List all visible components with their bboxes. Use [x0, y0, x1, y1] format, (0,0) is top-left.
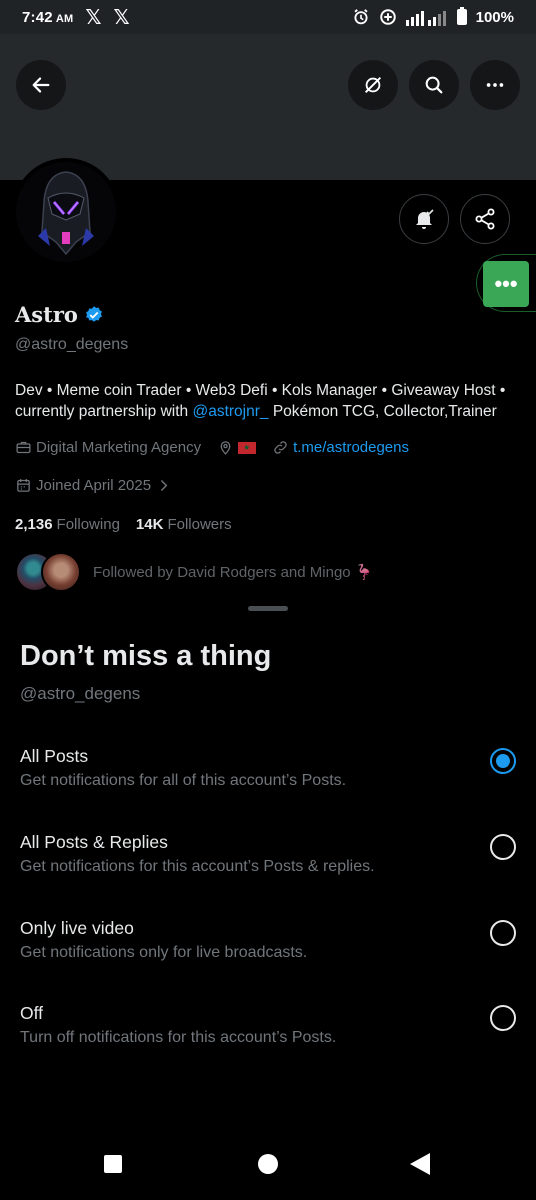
category-label: Digital Marketing Agency — [36, 439, 202, 456]
avatar[interactable] — [12, 158, 120, 266]
follower-avatar — [41, 552, 81, 592]
notification-settings-sheet: Don’t miss a thing @astro_degens All Pos… — [0, 596, 536, 1136]
option-subtitle: Get notifications only for live broadcas… — [20, 944, 308, 961]
sheet-handle: @astro_degens — [20, 684, 141, 703]
search-icon — [425, 76, 443, 94]
profile-banner — [0, 34, 536, 180]
search-button[interactable] — [409, 60, 459, 110]
share-button[interactable] — [460, 194, 510, 244]
radio-selected[interactable] — [490, 748, 516, 774]
option-subtitle: Get notifications for this account’s Pos… — [20, 858, 375, 875]
followers-label[interactable]: Followers — [167, 516, 231, 533]
location-pin-icon — [220, 441, 231, 455]
profile-name-text: Astro — [15, 302, 78, 327]
website-link[interactable]: t.me/astrodegens — [293, 439, 409, 456]
website[interactable]: t.me/astrodegens — [272, 439, 409, 456]
profile-handle: @astro_degens — [15, 336, 129, 353]
more-horizontal-icon — [486, 83, 504, 87]
option-title: All Posts & Replies — [20, 832, 168, 852]
floating-more-button[interactable]: ••• — [483, 261, 529, 307]
option-subtitle: Turn off notifications for this account’… — [20, 1029, 337, 1046]
profile-meta: Digital Marketing Agency t.me/astrodegen… — [15, 439, 425, 456]
sheet-grabber[interactable] — [248, 606, 288, 611]
more-button[interactable] — [470, 60, 520, 110]
verified-badge-icon — [85, 305, 102, 322]
sheet-title: Don’t miss a thing — [20, 640, 272, 672]
battery-icon — [456, 7, 467, 25]
link-icon — [274, 441, 287, 454]
join-date-label: Joined April 2025 — [36, 477, 152, 494]
notifications-button[interactable] — [399, 194, 449, 244]
option-all-posts-replies[interactable]: All Posts & Replies Get notifications fo… — [0, 832, 536, 902]
calendar-icon — [17, 479, 30, 492]
option-all-posts[interactable]: All Posts Get notifications for all of t… — [0, 746, 536, 816]
morocco-flag-icon — [238, 441, 257, 454]
home-icon[interactable] — [258, 1154, 278, 1174]
following-label[interactable]: Following — [57, 516, 120, 533]
grok-button[interactable] — [348, 60, 398, 110]
bell-check-icon — [416, 209, 434, 229]
data-saver-icon — [379, 9, 396, 25]
back-triangle-icon[interactable] — [410, 1153, 430, 1175]
option-live-video[interactable]: Only live video Get notifications only f… — [0, 918, 536, 988]
avatar-helmet-image — [16, 162, 116, 262]
battery-level: 100% — [475, 8, 514, 26]
category: Digital Marketing Agency — [15, 439, 201, 456]
profile-name: Astro — [15, 302, 104, 327]
following-count[interactable]: 2,136 — [15, 516, 53, 533]
status-time: 7:42 AM — [22, 8, 74, 26]
followers-count[interactable]: 14K — [136, 516, 164, 533]
back-button[interactable] — [16, 60, 66, 110]
option-title: Off — [20, 1003, 44, 1023]
x-app-icon-2: 𝕏 — [113, 5, 130, 29]
grok-icon — [364, 76, 382, 94]
join-date[interactable]: Joined April 2025 — [15, 477, 172, 494]
status-bar: 7:42 AM 𝕏 𝕏 100% — [0, 0, 536, 34]
radio-unselected[interactable] — [490, 920, 516, 946]
option-title: All Posts — [20, 746, 89, 766]
recents-icon[interactable] — [104, 1155, 122, 1173]
followed-by-text: Followed by David Rodgers and Mingo 🦩 — [93, 564, 374, 581]
option-title: Only live video — [20, 918, 134, 938]
bio-mention-link[interactable]: @astrojnr_ — [192, 403, 268, 420]
option-off[interactable]: Off Turn off notifications for this acco… — [0, 1003, 536, 1073]
arrow-left-icon — [32, 77, 50, 93]
follow-counts: 2,136 Following 14K Followers — [15, 516, 232, 533]
alarm-icon — [354, 9, 368, 25]
bio-text-2: Pokémon TCG, Collector,Trainer — [268, 403, 497, 420]
chevron-right-icon — [160, 480, 168, 491]
system-nav-bar — [0, 1136, 536, 1200]
share-icon — [475, 208, 495, 230]
x-app-icon: 𝕏 — [85, 5, 102, 29]
briefcase-icon — [16, 441, 31, 454]
location — [217, 439, 257, 456]
radio-unselected[interactable] — [490, 1005, 516, 1031]
option-subtitle: Get notifications for all of this accoun… — [20, 772, 347, 789]
profile-bio: Dev • Meme coin Trader • Web3 Defi • Kol… — [15, 380, 525, 422]
followed-by[interactable]: Followed by David Rodgers and Mingo 🦩 — [15, 552, 373, 592]
radio-unselected[interactable] — [490, 834, 516, 860]
signal-icon — [405, 11, 446, 26]
